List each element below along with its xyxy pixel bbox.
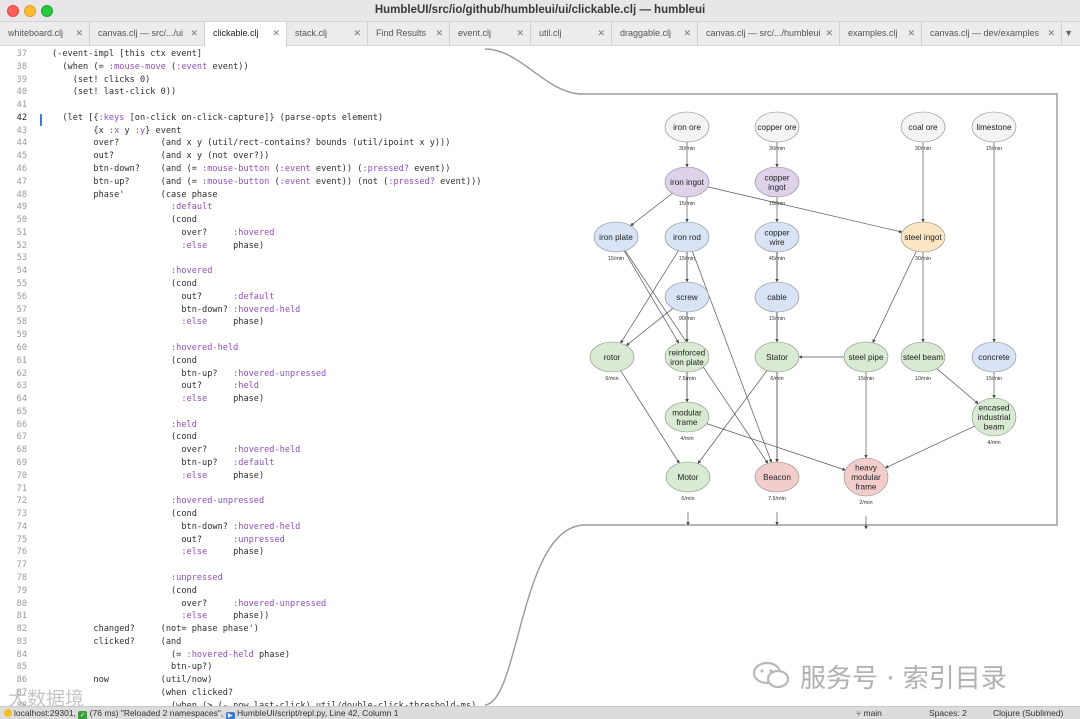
node-label: steel ingot [904, 233, 942, 242]
diagram-node-rotor: rotor 6/min [589, 341, 635, 382]
node-rate: 6/min [770, 376, 783, 382]
node-rate: 45/min [769, 256, 785, 262]
diagram-node-beacon: Beacon 7.5/min [754, 461, 800, 502]
node-rate: 2/min [859, 500, 872, 506]
node-label: iron rod [673, 233, 701, 242]
node-rate: 15/min [679, 256, 695, 262]
syntax-setting[interactable]: Clojure (Sublimed) [993, 708, 1063, 718]
git-branch[interactable]: ⑂ main [856, 708, 882, 718]
diagram-node-encased-industrial-beam: encasedindustrialbeam 4/min [971, 397, 1017, 446]
node-label: Stator [766, 353, 788, 362]
diagram-edge [625, 308, 673, 346]
diagram-node-limestone: limestone 15/min [971, 111, 1017, 152]
node-rate: 4/min [680, 436, 693, 442]
node-label: iron ingot [670, 178, 704, 187]
node-label: iron plate [599, 233, 633, 242]
diagram-node-iron-plate: iron plate 15/min [593, 221, 639, 262]
success-check-icon: ✓ [78, 711, 88, 719]
node-label: coal ore [908, 123, 938, 132]
node-label: wire [768, 238, 784, 247]
diagram-node-reinforced-iron-plate: reinforcediron plate 7.5/min [664, 341, 710, 382]
node-label: copper ore [757, 123, 797, 132]
node-rate: 30/min [769, 146, 785, 152]
diagram-node-copper-ingot: copperingot 15/min [754, 166, 800, 207]
script-run-icon: ▶ [225, 712, 235, 719]
node-rate: 15/min [769, 316, 785, 322]
node-label: Beacon [763, 473, 791, 482]
node-rate: 10/min [915, 376, 931, 382]
node-rate: 30/min [679, 146, 695, 152]
node-label: ingot [768, 183, 786, 192]
node-label: screw [676, 293, 697, 302]
node-label: heavy [855, 464, 878, 473]
connection-status-icon [4, 709, 12, 717]
repl-status: localhost:29301, ✓ (76 ms) "Reloaded 2 n… [4, 708, 398, 719]
node-label: copper [764, 228, 789, 237]
watermark-text: 服务号 · 索引目录 [800, 664, 1007, 694]
diagram-node-stator: Stator 6/min [754, 341, 800, 382]
node-rate: 15/min [858, 376, 874, 382]
node-rate: 30/min [915, 256, 931, 262]
node-label: steel beam [903, 353, 943, 362]
node-rate: 4/min [987, 440, 1000, 446]
node-label: iron plate [670, 358, 704, 367]
node-label: iron ore [673, 123, 701, 132]
diagram-edge [872, 251, 917, 344]
diagram-overlay: iron ore 30/min copper ore 30/min coal ore 30… [484, 48, 1058, 706]
node-label: concrete [978, 353, 1010, 362]
diagram-node-cable: cable 15/min [754, 281, 800, 322]
diagram-node-iron-ingot: iron ingot 15/min [664, 166, 710, 207]
node-label: cable [767, 293, 787, 302]
wechat-logo-icon [752, 661, 790, 689]
node-label: industrial [978, 413, 1011, 422]
diagram-node-concrete: concrete 15/min [971, 341, 1017, 382]
diagram-node-steel-ingot: steel ingot 30/min [900, 221, 946, 262]
node-label: encased [979, 404, 1010, 413]
node-rate: 15/min [608, 256, 624, 262]
diagram-node-coal-ore: coal ore 30/min [900, 111, 946, 152]
indentation-setting[interactable]: Spaces: 2 [929, 708, 967, 718]
node-rate: 30/min [915, 146, 931, 152]
diagram-edge [885, 425, 975, 469]
diagram-node-steel-beam: steel beam 10/min [900, 341, 946, 382]
diagram-edge [936, 368, 979, 404]
node-label: frame [677, 418, 698, 427]
node-rate: 7.5/min [678, 376, 696, 382]
diagram-edge [630, 192, 673, 227]
diagram-edge [707, 186, 903, 234]
node-label: steel pipe [848, 353, 883, 362]
node-rate: 6/min [605, 376, 618, 382]
node-label: modular [851, 473, 881, 482]
node-label: frame [856, 483, 877, 492]
node-label: limestone [976, 123, 1011, 132]
diagram-node-steel-pipe: steel pipe 15/min [843, 341, 889, 382]
node-rate: 90/min [679, 316, 695, 322]
node-rate: 15/min [769, 201, 785, 207]
diagram-node-motor: Motor 6/min [665, 461, 711, 502]
diagram-node-screw: screw 90/min [664, 281, 710, 322]
node-label: modular [672, 408, 702, 417]
node-label: beam [984, 423, 1005, 432]
diagram-node-copper-wire: copperwire 45/min [754, 221, 800, 262]
node-label: copper [764, 173, 789, 182]
diagram-node-heavy-modular-frame: heavymodularframe 2/min [843, 457, 889, 506]
node-rate: 15/min [986, 146, 1002, 152]
diagram-node-copper-ore: copper ore 30/min [754, 111, 800, 152]
diagram-node-modular-frame: modularframe 4/min [664, 401, 710, 442]
diagram-node-iron-ore: iron ore 30/min [664, 111, 710, 152]
node-label: rotor [604, 353, 621, 362]
node-label: Motor [678, 473, 699, 482]
git-branch-icon: ⑂ [856, 708, 862, 718]
node-rate: 6/min [681, 496, 694, 502]
node-rate: 15/min [679, 201, 695, 207]
status-bar: localhost:29301, ✓ (76 ms) "Reloaded 2 n… [0, 706, 1080, 719]
node-label: reinforced [669, 348, 706, 357]
node-rate: 15/min [986, 376, 1002, 382]
diagram-node-iron-rod: iron rod 15/min [664, 221, 710, 262]
node-rate: 7.5/min [768, 496, 786, 502]
